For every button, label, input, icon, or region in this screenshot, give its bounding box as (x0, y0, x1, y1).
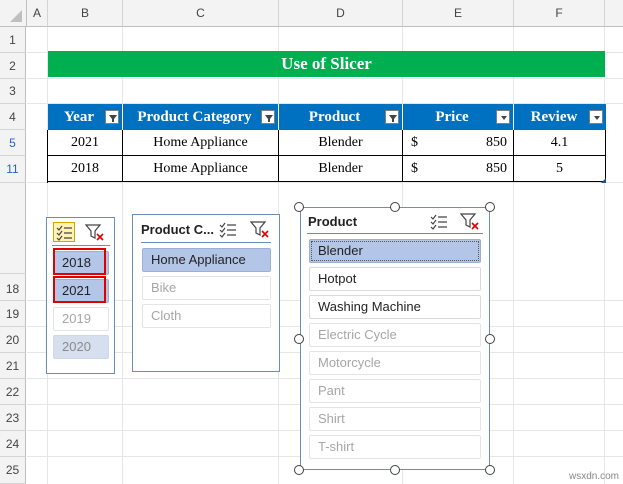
row-header-3[interactable]: 3 (0, 79, 26, 104)
filter-applied-icon[interactable] (261, 110, 275, 124)
header-review[interactable]: Review (514, 104, 606, 130)
highlight-box (53, 248, 106, 275)
cell-review[interactable]: 4.1 (514, 130, 606, 156)
resize-handle[interactable] (485, 202, 495, 212)
header-product-label: Product (308, 109, 361, 125)
clear-filter-icon[interactable] (459, 212, 480, 230)
resize-handle[interactable] (294, 465, 304, 475)
slicer-divider (52, 245, 110, 246)
column-header-d[interactable]: D (279, 0, 403, 27)
cell-category[interactable]: Home Appliance (123, 130, 279, 156)
gridline (604, 27, 605, 484)
column-header-g[interactable] (605, 0, 623, 27)
column-header-f[interactable]: F (514, 0, 605, 27)
currency-symbol: $ (411, 135, 418, 150)
cell-product[interactable]: Blender (279, 130, 403, 156)
column-header-b[interactable]: B (48, 0, 123, 27)
clear-filter-icon[interactable] (84, 223, 105, 241)
select-all-corner[interactable] (0, 0, 27, 27)
gridline (513, 27, 514, 484)
product-category-slicer[interactable]: Product C... Home Appliance Bike Cloth (132, 214, 280, 372)
row-header-25[interactable]: 25 (0, 457, 26, 484)
resize-handle[interactable] (294, 202, 304, 212)
header-year-label: Year (64, 109, 94, 125)
filter-applied-icon[interactable] (105, 110, 119, 124)
year-slicer-item-2019[interactable]: 2019 (53, 307, 109, 331)
dropdown-arrow-icon[interactable] (589, 110, 603, 124)
cell-category[interactable]: Home Appliance (123, 156, 279, 182)
cell-product[interactable]: Blender (279, 156, 403, 182)
column-header-c[interactable]: C (123, 0, 279, 27)
row-header-2[interactable]: 2 (0, 53, 26, 79)
row-header-hidden-gap[interactable] (0, 183, 26, 274)
product-slicer-item-pant[interactable]: Pant (309, 379, 481, 403)
highlight-box (53, 276, 106, 303)
product-slicer-item-motorcycle[interactable]: Motorcycle (309, 351, 481, 375)
slicer-title: Product (308, 214, 358, 229)
header-price-label: Price (435, 109, 469, 125)
watermark: wsxdn.com (568, 471, 619, 482)
cell-review[interactable]: 5 (514, 156, 606, 182)
row-header-5[interactable]: 5 (0, 130, 26, 156)
row-header-24[interactable]: 24 (0, 431, 26, 457)
select-all-icon (10, 10, 22, 22)
resize-handle[interactable] (390, 465, 400, 475)
resize-handle[interactable] (485, 334, 495, 344)
cell-price[interactable]: $ 850 (403, 156, 514, 182)
category-slicer-item-bike[interactable]: Bike (142, 276, 271, 300)
product-slicer-item-t-shirt[interactable]: T-shirt (309, 435, 481, 459)
price-value: 850 (486, 161, 507, 176)
resize-handle[interactable] (485, 465, 495, 475)
table-resize-handle-icon[interactable] (601, 178, 606, 183)
currency-symbol: $ (411, 161, 418, 176)
column-header-e[interactable]: E (403, 0, 514, 27)
header-price[interactable]: Price (403, 104, 514, 130)
header-review-label: Review (530, 109, 578, 125)
header-year[interactable]: Year (48, 104, 123, 130)
product-slicer-item-shirt[interactable]: Shirt (309, 407, 481, 431)
product-slicer-item-electric-cycle[interactable]: Electric Cycle (309, 323, 481, 347)
sheet-title: Use of Slicer (48, 51, 605, 77)
multi-select-icon[interactable] (53, 222, 75, 242)
resize-handle[interactable] (294, 334, 304, 344)
slicer-title: Product C... (141, 222, 214, 237)
row-header-11[interactable]: 11 (0, 156, 26, 183)
slicer-divider (141, 242, 271, 243)
multi-select-icon[interactable] (218, 220, 238, 238)
filter-applied-icon[interactable] (385, 110, 399, 124)
column-header-a[interactable]: A (27, 0, 48, 27)
row-header-18[interactable]: 18 (0, 274, 26, 301)
cell-year[interactable]: 2018 (48, 156, 123, 182)
category-slicer-item-cloth[interactable]: Cloth (142, 304, 271, 328)
header-product[interactable]: Product (279, 104, 403, 130)
header-product-category[interactable]: Product Category (123, 104, 279, 130)
multi-select-icon[interactable] (429, 212, 449, 230)
row-header-23[interactable]: 23 (0, 405, 26, 431)
row-header-1[interactable]: 1 (0, 27, 26, 53)
dropdown-arrow-icon[interactable] (496, 110, 510, 124)
row-header-19[interactable]: 19 (0, 301, 26, 327)
category-slicer-item-home-appliance[interactable]: Home Appliance (142, 248, 271, 272)
row-header-21[interactable]: 21 (0, 353, 26, 379)
product-slicer[interactable]: Product Blender Hotpot Washing Machine E… (300, 207, 490, 470)
row-header-22[interactable]: 22 (0, 379, 26, 405)
slicer-divider (307, 233, 483, 234)
row-header-4[interactable]: 4 (0, 104, 26, 130)
product-slicer-item-washing-machine[interactable]: Washing Machine (309, 295, 481, 319)
cell-year[interactable]: 2021 (48, 130, 123, 156)
row-header-20[interactable]: 20 (0, 327, 26, 353)
price-value: 850 (486, 135, 507, 150)
header-product-category-label: Product Category (137, 109, 252, 125)
gridline (27, 78, 623, 79)
product-slicer-item-blender[interactable]: Blender (309, 239, 481, 263)
gridline (122, 27, 123, 484)
year-slicer-item-2020[interactable]: 2020 (53, 335, 109, 359)
product-slicer-item-hotpot[interactable]: Hotpot (309, 267, 481, 291)
clear-filter-icon[interactable] (249, 220, 270, 238)
cell-price[interactable]: $ 850 (403, 130, 514, 156)
resize-handle[interactable] (390, 202, 400, 212)
